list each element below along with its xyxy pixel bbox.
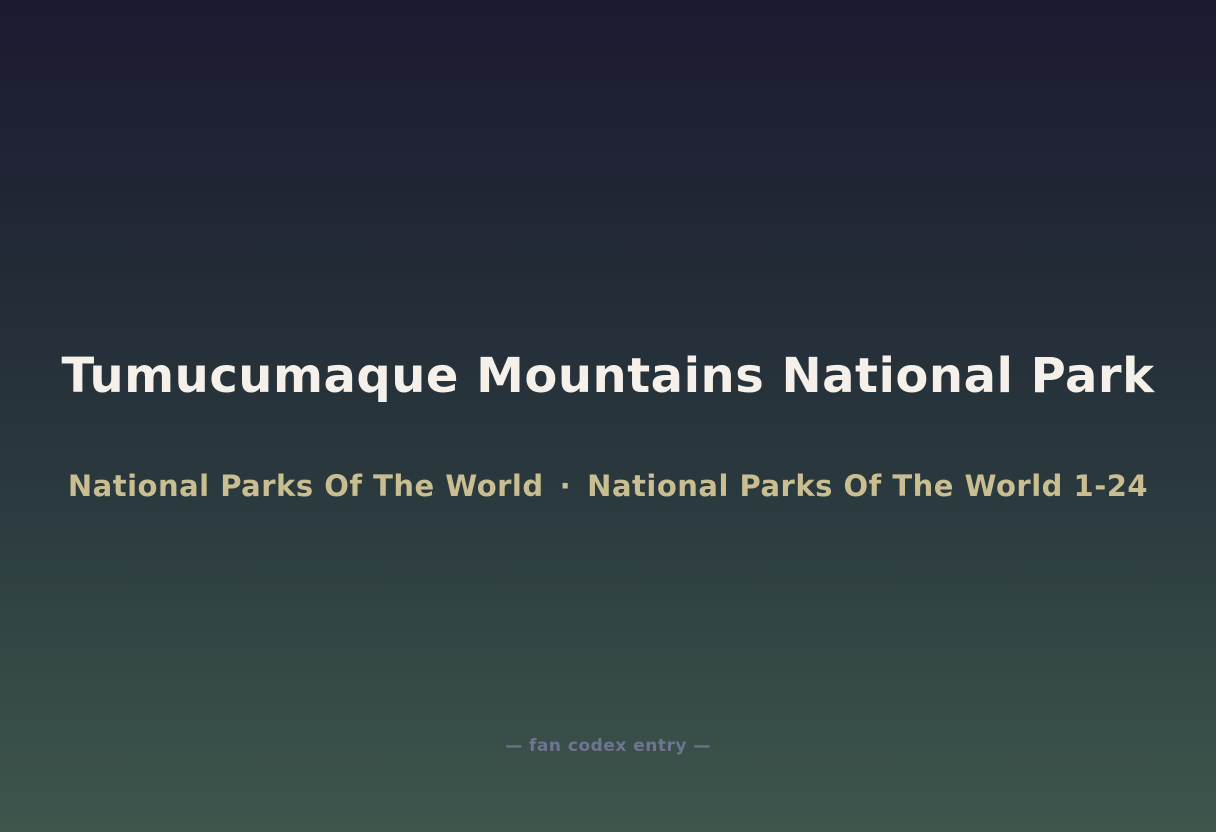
subtitle-separator: · [559,469,572,503]
page-title: Tumucumaque Mountains National Park [61,348,1155,404]
series-name: National Parks Of The World [67,469,544,503]
set-name: National Parks Of The World 1-24 [587,469,1149,503]
subtitle: National Parks Of The World · National Par… [0,466,1216,506]
footer-caption: — fan codex entry — [505,736,711,756]
